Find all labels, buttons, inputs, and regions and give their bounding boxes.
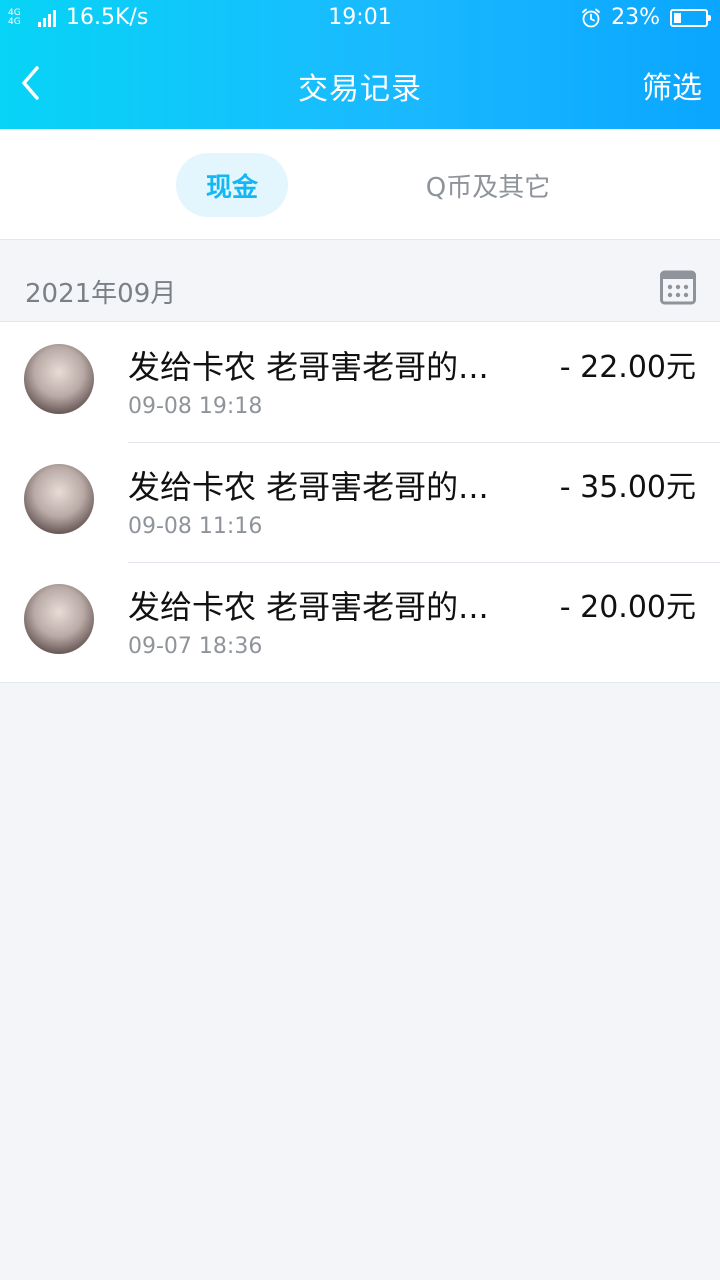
transaction-title: 发给卡农 老哥害老哥的...	[128, 588, 489, 626]
transaction-title: 发给卡农 老哥害老哥的...	[128, 468, 489, 506]
month-header: 2021年09月	[0, 241, 720, 321]
transaction-title: 发给卡农 老哥害老哥的...	[128, 348, 489, 386]
tab-cash[interactable]: 现金	[176, 153, 288, 217]
app-header: 4G 4G 16.5K/s 19:01 23% 交易记录 筛选	[0, 0, 720, 129]
avatar	[24, 344, 94, 414]
transaction-amount: - 22.00元	[559, 350, 696, 385]
status-right: 23%	[581, 5, 711, 30]
transaction-list: 发给卡农 老哥害老哥的... 09-08 19:18 - 22.00元 发给卡农…	[0, 321, 720, 683]
battery-level	[674, 12, 681, 23]
battery-percent: 23%	[611, 5, 660, 30]
tab-qcoin-other[interactable]: Q币及其它	[400, 153, 576, 217]
transaction-row[interactable]: 发给卡农 老哥害老哥的... 09-08 11:16 - 35.00元	[0, 442, 720, 562]
nav-bar: 交易记录 筛选	[0, 38, 720, 129]
month-label: 2021年09月	[25, 279, 177, 309]
avatar	[24, 464, 94, 534]
page-title: 交易记录	[298, 72, 422, 107]
tab-bar: 现金 Q币及其它	[0, 129, 720, 240]
alarm-icon	[582, 8, 600, 27]
transaction-amount: - 35.00元	[559, 470, 696, 505]
calendar-icon[interactable]	[660, 269, 696, 305]
transaction-time: 09-08 19:18	[128, 394, 263, 419]
battery-icon	[670, 8, 711, 27]
transaction-row[interactable]: 发给卡农 老哥害老哥的... 09-07 18:36 - 20.00元	[0, 562, 720, 682]
filter-button[interactable]: 筛选	[642, 63, 702, 107]
transaction-time: 09-07 18:36	[128, 634, 263, 659]
transaction-row[interactable]: 发给卡农 老哥害老哥的... 09-08 19:18 - 22.00元	[0, 322, 720, 442]
status-bar: 4G 4G 16.5K/s 19:01 23%	[0, 0, 720, 38]
transaction-time: 09-08 11:16	[128, 514, 263, 539]
avatar	[24, 584, 94, 654]
transaction-amount: - 20.00元	[559, 590, 696, 625]
